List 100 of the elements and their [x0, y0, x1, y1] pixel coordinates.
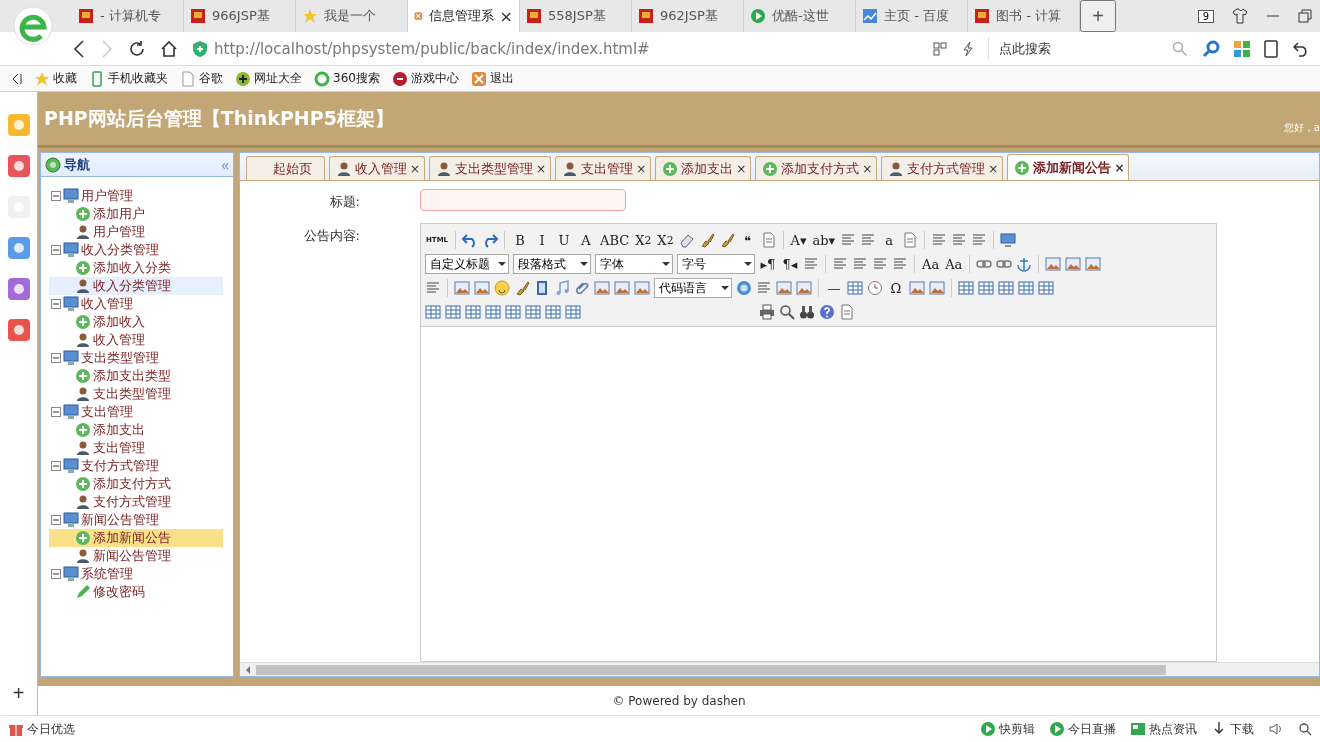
close-tab-button[interactable]: × [636, 161, 647, 176]
table-icon[interactable] [1038, 280, 1054, 296]
table-icon[interactable] [525, 304, 541, 320]
address-field[interactable]: http://localhost/phpsystem/public/back/index/index.html# [214, 39, 650, 58]
close-tab-button[interactable]: × [499, 6, 513, 26]
toolbar-dropdown[interactable]: 段落格式 [513, 254, 591, 274]
minus-box-icon[interactable] [51, 191, 61, 201]
page-tab[interactable]: 支出管理 × [555, 156, 652, 180]
table-icon[interactable] [847, 280, 863, 296]
tree-group[interactable]: 收入管理 [51, 295, 233, 313]
nav-item[interactable]: 支出类型管理 [49, 385, 223, 403]
lines-icon[interactable] [872, 256, 888, 272]
nav-item[interactable]: 收入管理 [49, 331, 223, 349]
lines-icon[interactable] [832, 256, 848, 272]
paperclip-icon[interactable] [574, 280, 590, 296]
nav-item[interactable]: 支出管理 [49, 439, 223, 457]
lines-icon[interactable] [931, 232, 948, 248]
status-link[interactable]: 今日优选 [8, 720, 75, 738]
scroll-left-icon[interactable] [244, 664, 252, 675]
nav-item[interactable]: 添加支出类型 [49, 367, 223, 385]
table-icon[interactable] [445, 304, 461, 320]
table-icon[interactable] [465, 304, 481, 320]
table-icon[interactable] [545, 304, 561, 320]
close-tab-button[interactable]: × [736, 161, 747, 176]
lines-icon[interactable] [892, 256, 908, 272]
lines-icon[interactable] [860, 232, 877, 248]
speaker-icon[interactable] [1268, 721, 1284, 737]
lightning-icon[interactable] [962, 40, 974, 57]
bookmark-link[interactable]: 谷歌 [180, 70, 223, 87]
toolbar-dropdown[interactable]: 代码语言 [654, 278, 732, 298]
minus-box-icon[interactable] [51, 299, 61, 309]
lines-icon[interactable] [852, 256, 868, 272]
browser-tab[interactable]: 558JSP基 [520, 0, 632, 32]
smiley-icon[interactable] [494, 280, 510, 296]
nav-item[interactable]: 添加新闻公告 [49, 529, 223, 547]
apps-icon[interactable] [1234, 40, 1250, 57]
title-input[interactable] [420, 189, 626, 211]
nav-item[interactable]: 用户管理 [49, 223, 223, 241]
page-tab[interactable]: 添加新闻公告 × [1007, 154, 1130, 180]
reload-icon[interactable] [128, 39, 146, 58]
lines-icon[interactable] [756, 280, 772, 296]
document-icon[interactable] [760, 232, 777, 248]
nav-item[interactable]: 收入分类管理 [49, 277, 223, 295]
picture-icon[interactable] [614, 280, 630, 296]
picture-icon[interactable] [594, 280, 610, 296]
tree-group[interactable]: 用户管理 [51, 187, 233, 205]
nav-item[interactable]: 支付方式管理 [49, 493, 223, 511]
table-icon[interactable] [1018, 280, 1034, 296]
magnifier-icon[interactable] [1202, 39, 1220, 58]
nav-item[interactable]: 新闻公告管理 [49, 547, 223, 565]
format-button[interactable]: Ω [887, 278, 905, 298]
nav-item[interactable]: 添加支出 [49, 421, 223, 439]
page-tab[interactable]: 收入管理 × [329, 156, 426, 180]
page-tab[interactable]: 起始页 [246, 156, 325, 180]
printer-icon[interactable] [759, 304, 775, 320]
format-button[interactable]: ▸¶ [759, 254, 777, 274]
nav-item[interactable]: 添加收入分类 [49, 259, 223, 277]
brush-icon[interactable] [698, 232, 715, 248]
bookmark-link[interactable]: 手机收藏夹 [89, 70, 168, 87]
format-button[interactable]: U [555, 230, 574, 250]
bookmark-link[interactable]: 游戏中心 [391, 70, 459, 87]
tree-group[interactable]: 支出类型管理 [51, 349, 233, 367]
picture-icon[interactable] [1065, 256, 1082, 272]
browser-tab[interactable]: 962JSP基 [632, 0, 744, 32]
format-button[interactable]: Aa [921, 254, 941, 274]
tree-group[interactable]: 支付方式管理 [51, 457, 233, 475]
eraser-icon[interactable] [678, 232, 695, 248]
page-tab[interactable]: 支付方式管理 × [881, 156, 1004, 180]
page-tab[interactable]: 添加支出 × [655, 156, 752, 180]
brush-icon[interactable] [718, 232, 735, 248]
lines-icon[interactable] [425, 280, 441, 296]
close-tab-button[interactable]: × [536, 161, 547, 176]
minus-box-icon[interactable] [51, 245, 61, 255]
new-tab-button[interactable]: + [1080, 0, 1116, 32]
table-icon[interactable] [425, 304, 441, 320]
minus-box-icon[interactable] [51, 461, 61, 471]
format-button[interactable]: — [825, 278, 843, 298]
format-button[interactable]: ABC [599, 230, 631, 250]
nav-item[interactable]: 添加用户 [49, 205, 223, 223]
bookmark-link[interactable]: 360搜索 [314, 70, 380, 87]
format-button[interactable]: A▾ [789, 230, 808, 250]
picture-icon[interactable] [796, 280, 812, 296]
table-icon[interactable] [958, 280, 974, 296]
format-button[interactable]: A [577, 230, 596, 250]
bookmark-link[interactable]: 网址大全 [235, 70, 302, 87]
picture-icon[interactable] [454, 280, 470, 296]
minus-box-icon[interactable] [51, 515, 61, 525]
document-icon[interactable] [839, 304, 855, 320]
lines-icon[interactable] [971, 232, 988, 248]
picture-icon[interactable] [1045, 256, 1062, 272]
lines-icon[interactable] [803, 256, 819, 272]
browser-tab[interactable]: - 计算机专 [72, 0, 184, 32]
toolbar-dropdown[interactable]: 字体 [595, 254, 673, 274]
table-icon[interactable] [485, 304, 501, 320]
picture-icon[interactable] [909, 280, 925, 296]
nav-item[interactable]: 添加支付方式 [49, 475, 223, 493]
binoculars-icon[interactable] [799, 304, 815, 320]
page-tab[interactable]: 支出类型管理 × [429, 156, 552, 180]
nav-item[interactable]: 添加收入 [49, 313, 223, 331]
format-button[interactable]: ab▾ [811, 230, 837, 250]
